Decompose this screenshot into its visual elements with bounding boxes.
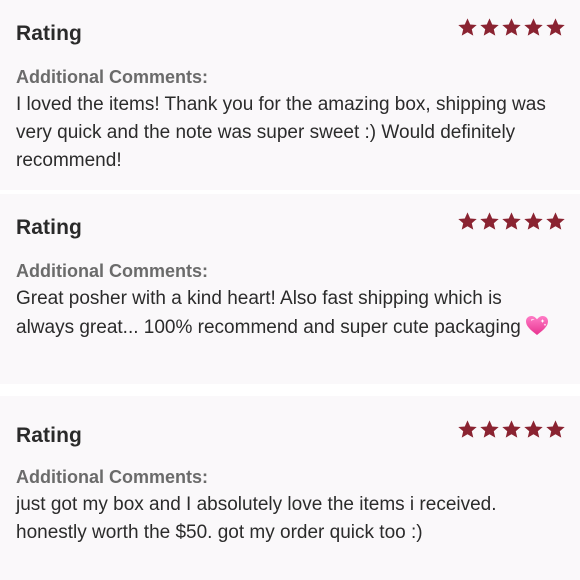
comments-label: Additional Comments: — [16, 467, 208, 487]
star-rating — [457, 211, 566, 232]
star-icon — [523, 211, 544, 232]
star-icon — [523, 17, 544, 38]
review-header: Rating — [16, 194, 566, 254]
star-icon — [457, 419, 478, 440]
star-icon — [457, 17, 478, 38]
review-header: Rating — [16, 396, 566, 456]
star-icon — [479, 17, 500, 38]
comment-text-content: Great posher with a kind heart! Also fas… — [16, 288, 521, 338]
comment-text: Great posher with a kind heart! Also fas… — [16, 285, 564, 342]
star-icon — [545, 211, 566, 232]
star-rating — [457, 419, 566, 440]
star-icon — [545, 17, 566, 38]
comments-label: Additional Comments: — [16, 261, 208, 281]
comments-label: Additional Comments: — [16, 67, 208, 87]
comment-text: just got my box and I absolutely love th… — [16, 494, 497, 543]
review-card: Rating Additional Comments: just got my … — [0, 396, 580, 580]
review-list: Rating Additional Comments: I loved the … — [0, 0, 580, 580]
comment-text: I loved the items! Thank you for the ama… — [16, 94, 546, 171]
star-icon — [501, 211, 522, 232]
star-rating — [457, 17, 566, 38]
star-icon — [545, 419, 566, 440]
star-icon — [523, 419, 544, 440]
star-icon — [501, 419, 522, 440]
sparkling-heart-icon — [524, 313, 550, 337]
star-icon — [479, 419, 500, 440]
star-icon — [479, 211, 500, 232]
rating-label: Rating — [16, 22, 82, 45]
review-card: Rating Additional Comments: I loved the … — [0, 0, 580, 190]
review-header: Rating — [16, 0, 566, 60]
star-icon — [501, 17, 522, 38]
star-icon — [457, 211, 478, 232]
rating-label: Rating — [16, 216, 82, 239]
rating-label: Rating — [16, 424, 82, 447]
review-card: Rating Additional Comments: Great posher… — [0, 194, 580, 384]
